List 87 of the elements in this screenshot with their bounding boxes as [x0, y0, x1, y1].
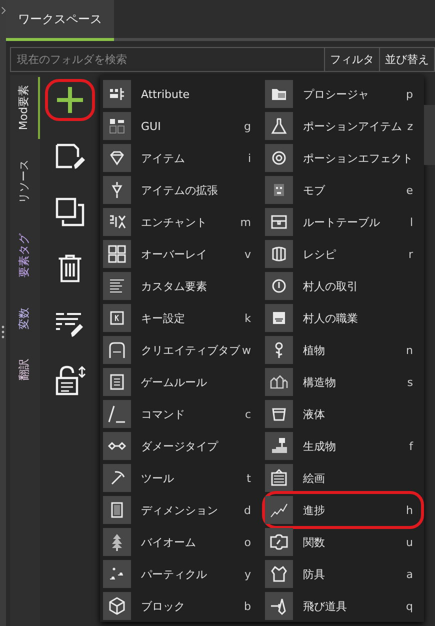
- unlock-icon: [54, 364, 86, 396]
- shortcut-key: v: [244, 248, 251, 260]
- menu-item-label: ツール: [141, 470, 175, 486]
- puzzle-icon: [269, 532, 289, 552]
- shortcut-key: o: [244, 536, 251, 548]
- side-tab[interactable]: 変数: [10, 298, 40, 338]
- side-tab[interactable]: リソース: [10, 150, 40, 212]
- menu-item-label: GUI: [141, 120, 162, 132]
- menu-item-label: レシピ: [303, 246, 337, 262]
- search-toolbar-button[interactable]: フィルタ: [325, 47, 380, 72]
- menu-item-label: 関数: [303, 534, 326, 550]
- shortcut-key: n: [406, 344, 413, 356]
- cube-icon: [107, 596, 127, 616]
- shortcut-key: f: [409, 440, 413, 452]
- menu-item-label: ポーションエフェクト: [303, 150, 414, 166]
- menu-item-label: 絵画: [303, 470, 326, 486]
- shortcut-key: y: [244, 568, 251, 580]
- side-tab[interactable]: Mod要素: [10, 77, 40, 138]
- painting-icon: [269, 468, 289, 488]
- prompt-icon: [107, 404, 127, 424]
- shortcut-key: i: [248, 152, 251, 164]
- menu-item-label: クリエイティブタブ: [141, 342, 242, 358]
- shortcut-key: a: [406, 568, 413, 580]
- search-toolbar-button[interactable]: 並び替え: [380, 47, 435, 72]
- chevron-icon: [0, 6, 6, 15]
- shortcut-key: d: [244, 504, 251, 516]
- shortcut-key: s: [407, 376, 413, 388]
- menu-item-label: キー設定: [141, 310, 186, 326]
- menu-item-label: アイテムの拡張: [141, 182, 219, 198]
- shortcut-key: l: [410, 216, 413, 228]
- copy-icon: [54, 196, 86, 228]
- menu-item-label: バイオーム: [141, 534, 197, 550]
- search-field[interactable]: 現在のフォルダを検索: [10, 47, 325, 72]
- menu-item-label: 生成物: [303, 438, 337, 454]
- menu-item-label: 進捗: [303, 502, 326, 518]
- menu-item-label: Attribute: [141, 88, 191, 100]
- menu-item-label: 液体: [303, 406, 326, 422]
- shortcut-key: b: [244, 600, 251, 612]
- shortcut-key: w: [242, 344, 251, 356]
- menu-item-label: 村人の職業: [303, 310, 359, 326]
- workspace-tab[interactable]: ワークスペース: [6, 0, 114, 41]
- menu-item-label: 植物: [303, 342, 326, 358]
- shortcut-key: e: [406, 184, 413, 196]
- shortcut-key: h: [406, 504, 413, 516]
- menu-item-label: ブロック: [141, 598, 186, 614]
- menu-item-label: オーバーレイ: [141, 246, 208, 262]
- side-handle[interactable]: [0, 0, 6, 626]
- menu-item-label: カスタム要素: [141, 278, 208, 294]
- side-tab[interactable]: 翻訳: [10, 350, 40, 388]
- shortcut-key: c: [244, 408, 251, 420]
- menu-item-label: ダメージタイプ: [141, 438, 220, 454]
- menu-item-label: 村人の取引: [303, 278, 359, 294]
- menu-item-label: ゲームルール: [141, 374, 208, 390]
- layout-icon: [107, 116, 127, 136]
- menu-item[interactable]: 進捗 h: [262, 491, 424, 529]
- shortcut-key: q: [406, 600, 413, 612]
- menu-item-label: 構造物: [303, 374, 337, 390]
- menu-item-label: ルートテーブル: [303, 214, 381, 230]
- shortcut-key: m: [240, 216, 251, 228]
- shortcut-key: k: [244, 312, 251, 324]
- menu-item-label: 飛び道具: [303, 598, 348, 614]
- grid-icon: [107, 244, 127, 264]
- shortcut-key: t: [246, 472, 251, 484]
- flask-icon: [269, 116, 289, 136]
- shortcut-key: r: [408, 248, 413, 260]
- shortcut-key: u: [406, 536, 413, 548]
- background-panel: [424, 105, 435, 165]
- menu-item-label: プロシージャ: [303, 86, 370, 102]
- plus-icon: [55, 85, 85, 115]
- tab-icon: [107, 340, 127, 360]
- menu-item-label: パーティクル: [141, 566, 208, 582]
- menu-item-label: ディメンション: [141, 502, 219, 518]
- shortcut-key: z: [407, 120, 413, 132]
- chestplate-icon: [269, 564, 289, 584]
- terrain-icon: [269, 436, 289, 456]
- arrow-icon: [269, 596, 289, 616]
- menu-item-label: モブ: [303, 182, 326, 198]
- menu-item-label: ポーションアイテム: [303, 118, 403, 134]
- shortcut-key: p: [406, 88, 413, 100]
- grip-icon: [1, 325, 5, 339]
- menu-item-label: 防具: [303, 566, 326, 582]
- menu-item-label: エンチャント: [141, 214, 208, 230]
- side-tab[interactable]: 要素タグ: [10, 224, 40, 286]
- shortcut-key: g: [244, 120, 251, 132]
- add-button[interactable]: [45, 79, 95, 121]
- menu-item-label: コマンド: [141, 406, 186, 422]
- menu-item-label: アイテム: [141, 150, 186, 166]
